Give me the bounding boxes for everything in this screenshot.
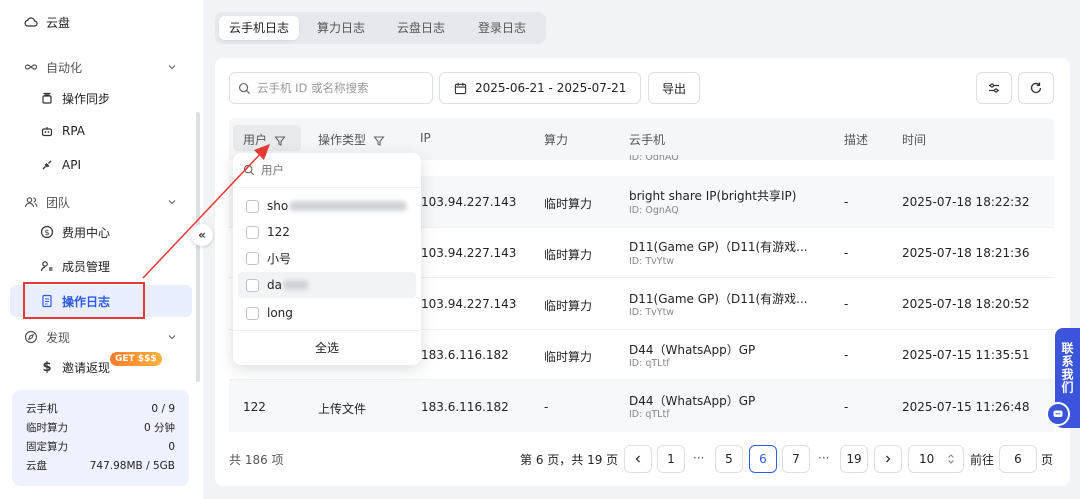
next-page-button[interactable] <box>874 445 902 473</box>
goto-label: 前往 <box>970 453 995 467</box>
page-ellipsis[interactable]: ··· <box>818 451 829 465</box>
prev-page-button[interactable] <box>624 445 652 473</box>
page-button[interactable]: 5 <box>715 445 743 473</box>
chat-icon <box>1053 410 1063 417</box>
goto-unit: 页 <box>1041 453 1054 467</box>
chevron-left-icon <box>635 455 640 463</box>
page-button[interactable]: 7 <box>782 445 810 473</box>
total-count: 共 186 项 <box>229 453 284 467</box>
goto-page-input[interactable]: 6 <box>999 445 1037 473</box>
annotation-arrow <box>142 144 270 279</box>
page-button[interactable]: 1 <box>657 445 685 473</box>
page-button-current[interactable]: 6 <box>749 445 777 473</box>
page-ellipsis[interactable]: ··· <box>693 451 704 465</box>
page-size-select[interactable]: 10 <box>908 445 964 473</box>
chat-button[interactable] <box>1046 402 1070 426</box>
page-button[interactable]: 19 <box>840 445 868 473</box>
chevron-right-icon <box>886 455 891 463</box>
sort-arrows-icon <box>948 454 954 464</box>
page-info: 第 6 页，共 19 页 <box>520 453 619 467</box>
